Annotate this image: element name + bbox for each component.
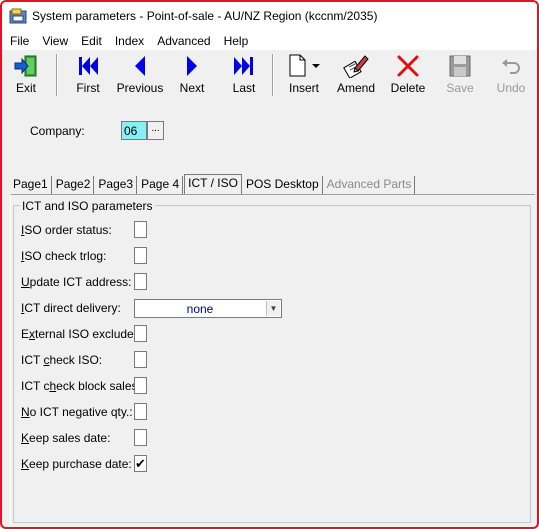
iso-order-status-checkbox[interactable] [134,221,147,238]
menu-edit[interactable]: Edit [77,34,106,48]
ict-check-block-sales-label: ICT check block sales: [21,379,141,393]
external-iso-exclude-checkbox[interactable] [134,325,147,342]
ict-check-block-sales-checkbox[interactable] [134,377,147,394]
ict-check-iso-checkbox[interactable] [134,351,147,368]
ict-direct-delivery-dropdown[interactable]: none ▼ [134,299,282,318]
app-window: System parameters - Point-of-sale - AU/N… [0,0,539,529]
last-record-icon [234,57,253,75]
toolbar-separator [272,54,274,96]
ict-direct-delivery-label: ICT direct delivery: [21,301,121,315]
group-title: ICT and ISO parameters [20,199,155,213]
title-bar: System parameters - Point-of-sale - AU/N… [2,2,537,31]
menu-index[interactable]: Index [111,34,148,48]
menu-bar: File View Edit Index Advanced Help [2,31,537,50]
update-ict-address-checkbox[interactable] [134,273,147,290]
iso-order-status-label: ISO order status: [21,223,112,237]
dropdown-selected-value: none [186,302,214,316]
undo-button[interactable]: Undo [494,54,528,98]
menu-view[interactable]: View [38,34,72,48]
delete-x-icon [397,55,419,77]
toolbar: Exit First Previous Next Last Insert Ame… [2,50,537,100]
iso-check-trlog-checkbox[interactable] [134,247,147,264]
tab-page2[interactable]: Page2 [53,176,95,194]
keep-sales-date-label: Keep sales date: [21,431,111,445]
insert-button[interactable]: Insert [286,54,322,98]
chevron-down-icon[interactable]: ▼ [266,301,280,316]
company-field[interactable]: 06 [121,121,147,140]
keep-purchase-date-label: Keep purchase date: [21,457,132,471]
ict-check-iso-label: ICT check ISO: [21,353,103,367]
amend-button[interactable]: Amend [334,54,378,98]
tab-page3[interactable]: Page3 [95,176,138,194]
company-label: Company: [30,124,85,138]
next-button[interactable]: Next [174,54,210,98]
previous-button[interactable]: Previous [114,54,166,98]
first-record-icon [79,57,98,75]
tab-page4[interactable]: Page 4 [138,176,184,194]
edit-pencil-icon [343,55,369,78]
delete-button[interactable]: Delete [388,54,428,98]
menu-help[interactable]: Help [220,34,253,48]
toolbar-separator [56,54,58,96]
exit-button[interactable]: Exit [8,54,44,98]
tab-ict-iso[interactable]: ICT / ISO [184,174,242,194]
checkmark-icon: ✔ [135,456,146,471]
no-ict-negative-qty-label: No ICT negative qty.: [21,405,133,419]
exit-icon [14,55,37,77]
first-button[interactable]: First [70,54,106,98]
new-document-icon [289,54,320,77]
tab-strip: Page1 Page2 Page3 Page 4 ICT / ISO POS D… [10,174,416,194]
external-iso-exclude-label: External ISO exclude: [21,327,138,341]
tab-advanced-parts[interactable]: Advanced Parts [324,176,416,194]
keep-purchase-date-checkbox[interactable]: ✔ [134,455,147,472]
menu-file[interactable]: File [6,34,33,48]
save-button[interactable]: Save [444,54,476,98]
no-ict-negative-qty-checkbox[interactable] [134,403,147,420]
window-title: System parameters - Point-of-sale - AU/N… [32,9,378,23]
update-ict-address-label: Update ICT address: [21,275,132,289]
app-icon [9,8,27,24]
next-icon [187,56,197,76]
undo-arrow-icon [502,59,520,74]
save-disk-icon [449,55,471,77]
iso-check-trlog-label: ISO check trlog: [21,249,107,263]
tab-page1[interactable]: Page1 [10,176,52,194]
company-lookup-button[interactable]: ... [147,121,164,140]
keep-sales-date-checkbox[interactable] [134,429,147,446]
tab-pos-desktop[interactable]: POS Desktop [243,176,323,194]
last-button[interactable]: Last [226,54,262,98]
previous-icon [135,56,145,76]
menu-advanced[interactable]: Advanced [153,34,214,48]
